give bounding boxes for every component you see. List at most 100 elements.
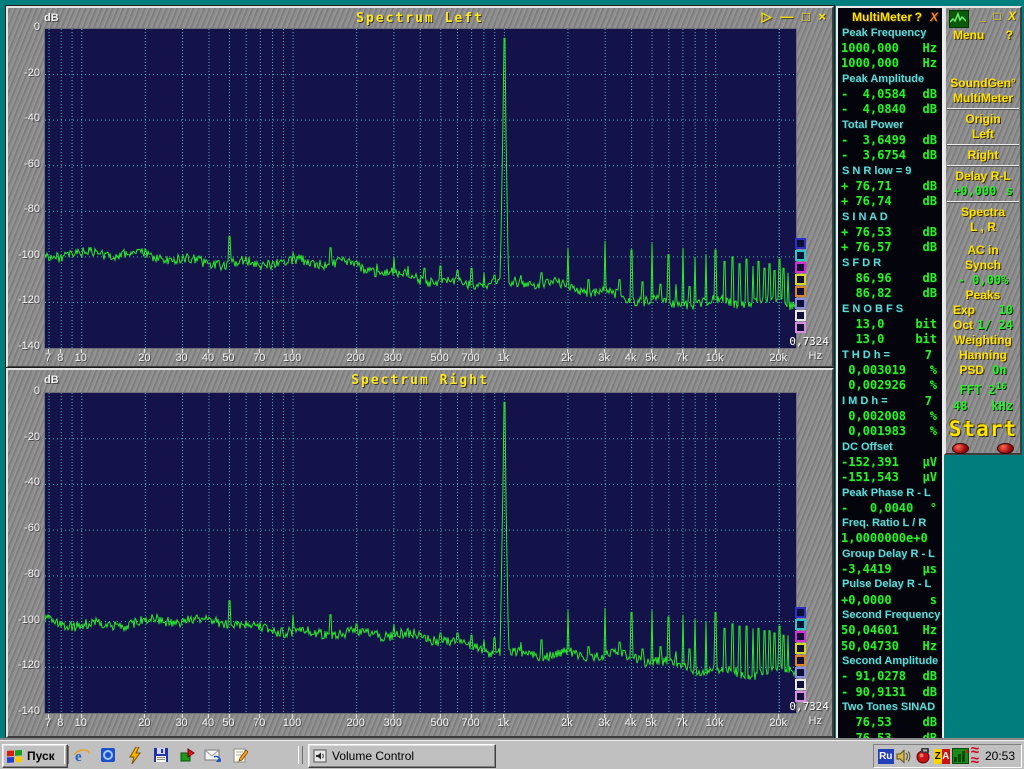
minimize-button[interactable]: — <box>780 9 793 24</box>
x-tick-label: 10k <box>706 717 724 729</box>
spectra-channels-button[interactable]: L , R <box>946 220 1020 235</box>
trace-color-swatch[interactable] <box>795 322 806 333</box>
mail-icon[interactable] <box>202 745 224 765</box>
trace-color-swatch[interactable] <box>795 619 806 630</box>
close-button[interactable]: X <box>1008 9 1016 23</box>
spectrum-plot[interactable] <box>44 392 797 714</box>
quickview-app-icon[interactable] <box>97 745 119 765</box>
oct-button[interactable]: Oct <box>953 318 973 333</box>
help-button[interactable]: ? <box>915 10 922 24</box>
close-button[interactable]: × <box>818 9 826 24</box>
spectrum-plot[interactable] <box>44 28 797 349</box>
trace-color-swatch[interactable] <box>795 631 806 642</box>
x-tick-mark <box>60 714 61 718</box>
trace-color-swatch[interactable] <box>795 643 806 654</box>
trace-color-swatch[interactable] <box>795 238 806 249</box>
y-tick-label: -80 <box>8 203 40 215</box>
meter-app-tray-icon[interactable] <box>952 748 969 765</box>
start-button[interactable]: Пуск <box>2 744 68 768</box>
minimize-button[interactable]: _ <box>979 9 986 23</box>
delay-button[interactable]: Delay R-L <box>946 169 1020 184</box>
x-tick-label: 20 <box>138 717 150 729</box>
multimeter-button[interactable]: MultiMeter <box>946 91 1020 106</box>
meter-label: Freq. Ratio L / R <box>838 516 942 531</box>
winamp-icon[interactable] <box>124 745 146 765</box>
trace-color-swatch[interactable] <box>795 262 806 273</box>
spectra-button[interactable]: Spectra <box>946 205 1020 220</box>
play-icon[interactable]: ▷ <box>762 9 772 24</box>
trace-color-swatch[interactable] <box>795 667 806 678</box>
soundgen-button[interactable]: SoundGen° <box>946 76 1020 91</box>
x-tick-label: 2k <box>561 717 573 729</box>
exp-button[interactable]: Exp <box>953 303 975 318</box>
save-disk-icon[interactable] <box>150 745 172 765</box>
ac-in-button[interactable]: AC in <box>946 243 1020 258</box>
origin-right-button[interactable]: Right <box>946 148 1020 163</box>
toolbar-grip[interactable] <box>298 746 303 764</box>
language-indicator[interactable]: Ru <box>878 749 894 764</box>
meter-label: Second Amplitude <box>838 653 942 668</box>
trace-color-swatch[interactable] <box>795 250 806 261</box>
maximize-button[interactable]: □ <box>802 9 810 24</box>
peaks-button[interactable]: Peaks <box>946 288 1020 303</box>
x-tick-label: 700 <box>461 717 479 729</box>
meter-value: - 3,6754dB <box>838 148 942 163</box>
y-tick-label: -80 <box>8 568 40 580</box>
trace-color-swatch[interactable] <box>795 691 806 702</box>
x-tick-label: 7k <box>676 352 688 364</box>
x-tick-mark <box>715 349 716 353</box>
trace-color-swatch[interactable] <box>795 310 806 321</box>
x-tick-mark <box>471 714 472 718</box>
trace-color-swatch[interactable] <box>795 655 806 666</box>
window-function-button[interactable]: Hanning <box>946 348 1020 363</box>
trace-color-swatch[interactable] <box>795 286 806 297</box>
zonealarm-icon[interactable]: ZA <box>934 749 950 764</box>
antivirus-monitor-icon[interactable] <box>915 748 932 765</box>
media-app-icon[interactable] <box>176 745 198 765</box>
divider <box>947 201 1019 203</box>
x-tick-label: 10 <box>75 352 87 364</box>
x-tick-label: 40 <box>202 352 214 364</box>
right-channel-led[interactable] <box>997 443 1014 454</box>
trace-color-swatch[interactable] <box>795 298 806 309</box>
weighting-button[interactable]: Weighting <box>946 333 1020 348</box>
meter-label: Group Delay R - L <box>838 546 942 561</box>
main-control-panel: _ □ X Menu ? SoundGen° MultiMeter Origin… <box>944 6 1022 455</box>
notes-icon[interactable] <box>229 745 251 765</box>
trace-color-swatch[interactable] <box>795 607 806 618</box>
psd-button[interactable]: PSD <box>959 363 984 378</box>
origin-button[interactable]: Origin <box>946 112 1020 127</box>
oct-value: 1/ 24 <box>977 318 1013 333</box>
trace-color-swatch[interactable] <box>795 274 806 285</box>
fft-size-button[interactable]: FFT 216 <box>946 378 1020 399</box>
left-channel-led[interactable] <box>952 443 969 454</box>
x-tick-mark <box>440 714 441 718</box>
volume-control-task-button[interactable]: Volume Control <box>308 744 496 768</box>
y-tick-label: -100 <box>8 249 40 261</box>
x-tick-mark <box>259 714 260 718</box>
meter-value: - 0,0040° <box>838 500 942 515</box>
origin-left-button[interactable]: Left <box>946 127 1020 142</box>
internet-explorer-icon[interactable]: e <box>70 745 92 765</box>
wave-tray-icon[interactable]: ≈≈ <box>971 746 978 766</box>
spectrum-canvas <box>45 29 796 348</box>
x-tick-mark <box>393 714 394 718</box>
menu-button[interactable]: Menu <box>953 28 984 42</box>
meter-value: 1000,000Hz <box>838 56 942 71</box>
y-tick-label: 0 <box>8 385 40 397</box>
x-tick-mark <box>60 349 61 353</box>
help-button[interactable]: ? <box>1006 28 1013 42</box>
titlebar[interactable]: Spectrum Right <box>8 370 832 390</box>
maximize-button[interactable]: □ <box>993 9 1000 23</box>
x-tick-label: 1k <box>498 717 510 729</box>
synch-button[interactable]: Synch <box>946 258 1020 273</box>
volume-speaker-icon[interactable] <box>896 748 913 765</box>
titlebar[interactable]: Spectrum Left ▷ — □ × <box>8 8 832 28</box>
y-tick-label: -20 <box>8 67 40 79</box>
close-button[interactable]: X <box>930 10 938 24</box>
toolbar-grip[interactable] <box>64 746 69 764</box>
meter-value: 76,53dB <box>838 730 942 740</box>
start-measurement-button[interactable]: Start <box>946 417 1020 441</box>
trace-color-swatch[interactable] <box>795 679 806 690</box>
y-tick-label: -100 <box>8 614 40 626</box>
